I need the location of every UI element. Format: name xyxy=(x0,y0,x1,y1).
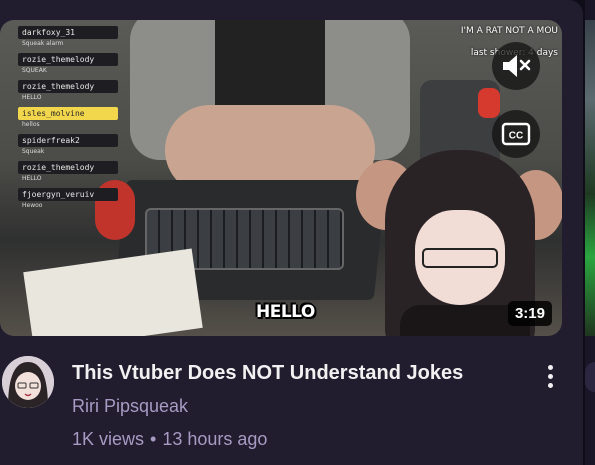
meta-separator: • xyxy=(150,429,157,449)
more-actions-button[interactable] xyxy=(538,360,562,392)
chat-message: hellos xyxy=(22,121,40,128)
chat-username: darkfoxy_31 xyxy=(18,26,118,39)
video-thumbnail[interactable]: darkfoxy_31 Squeak alarm rozie_themelody… xyxy=(0,20,562,336)
next-card-peek xyxy=(585,0,595,465)
chat-message: Squeak xyxy=(22,148,45,155)
channel-avatar[interactable] xyxy=(2,356,54,408)
chat-username: rozie_themelody xyxy=(18,53,118,66)
chat-username: rozie_themelody xyxy=(18,80,118,93)
vtuber-glasses xyxy=(422,248,498,268)
video-title[interactable]: This Vtuber Does NOT Understand Jokes xyxy=(72,362,532,385)
chat-username: rozie_themelody xyxy=(18,161,118,174)
video-card[interactable]: darkfoxy_31 Squeak alarm rozie_themelody… xyxy=(0,0,583,465)
chat-message: SQUEAK xyxy=(22,67,47,74)
next-thumbnail-peek xyxy=(585,20,595,336)
chat-username: fjoergyn_veruiv xyxy=(18,188,118,201)
chat-message: HELLO xyxy=(22,94,42,101)
chat-username: spiderfreak2 xyxy=(18,134,118,147)
stream-chat-overlay: darkfoxy_31 Squeak alarm rozie_themelody… xyxy=(18,24,118,213)
overlay-line-1: I'M A RAT NOT A MOU xyxy=(460,26,558,36)
svg-text:CC: CC xyxy=(509,131,523,142)
red-bottle xyxy=(478,88,500,118)
avatar-image xyxy=(2,356,54,408)
scroll-right-button[interactable] xyxy=(585,362,595,392)
chat-message: HELLO xyxy=(22,175,42,182)
video-metadata: 1K views • 13 hours ago xyxy=(72,429,267,450)
chat-username-highlighted: isles_molvine xyxy=(18,107,118,120)
chat-message: Squeak alarm xyxy=(22,40,64,47)
speaker-muted-icon xyxy=(503,55,531,77)
chat-message: Hewoo xyxy=(22,202,43,209)
thumbnail-caption: HELLO xyxy=(256,302,315,322)
channel-name[interactable]: Riri Pipsqueak xyxy=(72,396,188,417)
kebab-menu-icon xyxy=(547,364,553,388)
upload-age: 13 hours ago xyxy=(162,429,268,449)
captions-button[interactable]: CC xyxy=(492,110,540,158)
paper xyxy=(23,248,203,336)
mute-button[interactable] xyxy=(492,42,540,90)
video-duration-badge: 3:19 xyxy=(507,301,552,326)
closed-captions-icon: CC xyxy=(501,122,531,146)
view-count: 1K views xyxy=(72,429,145,449)
